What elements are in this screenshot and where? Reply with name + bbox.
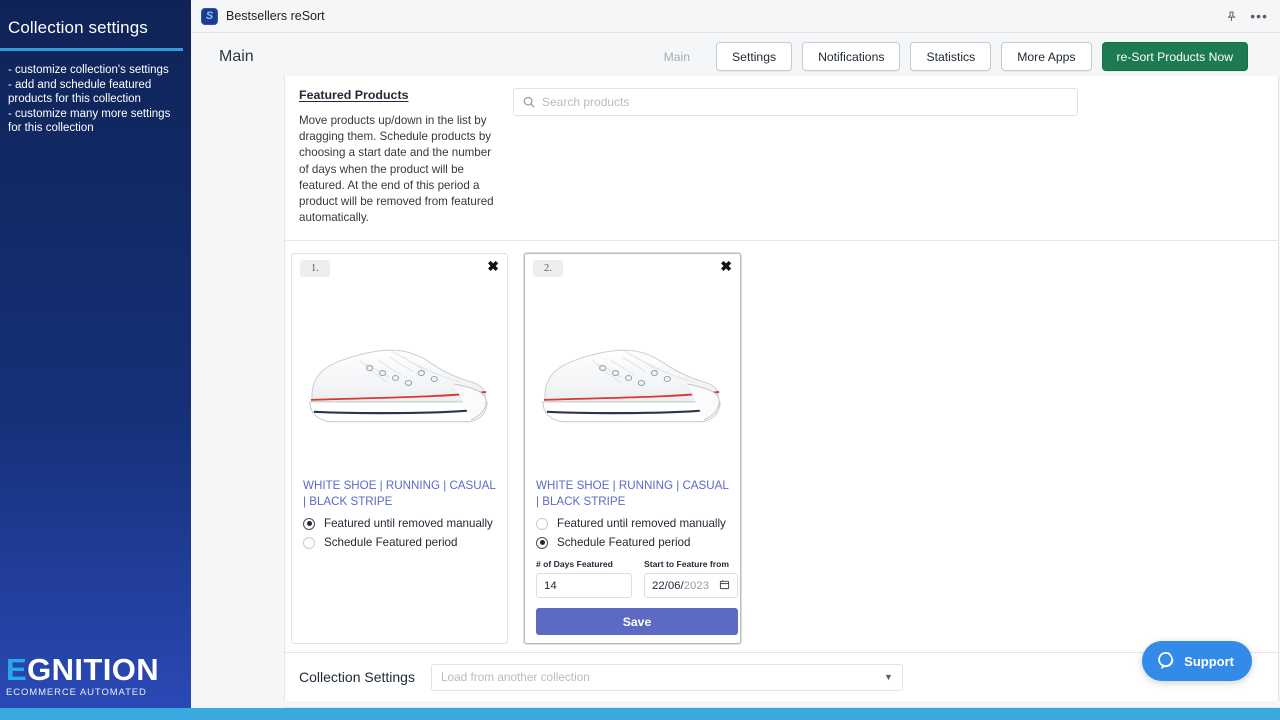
search-input[interactable] (542, 89, 1077, 115)
collection-settings-label: Collection Settings (299, 669, 415, 685)
search-icon (522, 95, 536, 114)
search-products-box[interactable] (513, 88, 1078, 116)
tab-more-apps[interactable]: More Apps (1001, 42, 1092, 71)
bottom-accent-strip (0, 708, 1280, 720)
pin-icon[interactable] (1225, 10, 1238, 23)
start-date-input[interactable]: 22/06/2023 (644, 573, 738, 599)
product-image (533, 280, 732, 476)
featured-products-header-section: Featured Products Move products up/down … (285, 76, 1278, 242)
product-2-option-schedule[interactable]: Schedule Featured period (536, 536, 732, 549)
product-card-1-header: 1. ✖ (300, 259, 499, 280)
sidebar-description: - customize collection's settings - add … (8, 64, 171, 135)
logo-accent-letter: E (6, 652, 28, 687)
page-title: Main (219, 47, 254, 65)
save-button[interactable]: Save (536, 608, 738, 636)
tab-main[interactable]: Main (647, 42, 707, 71)
resort-products-now-button[interactable]: re-Sort Products Now (1101, 42, 1248, 71)
topbar-actions: ••• (1225, 9, 1272, 23)
start-date-field: Start to Feature from 22/06/2023 (644, 559, 738, 599)
days-featured-input[interactable]: 14 (536, 573, 632, 599)
tab-notifications[interactable]: Notifications (802, 42, 901, 71)
featured-products-card: Featured Products Move products up/down … (284, 76, 1279, 659)
select-placeholder: Load from another collection (440, 670, 590, 684)
tab-settings[interactable]: Settings (716, 42, 793, 71)
radio-label: Schedule Featured period (324, 536, 458, 550)
product-order-badge[interactable]: 1. (300, 260, 330, 278)
days-featured-value: 14 (544, 579, 557, 592)
close-icon[interactable]: ✖ (487, 259, 499, 273)
left-sidebar: Collection settings - customize collecti… (0, 0, 191, 708)
product-card-2-header: 2. ✖ (533, 259, 732, 280)
close-icon[interactable]: ✖ (720, 259, 732, 273)
support-button[interactable]: Support (1142, 641, 1252, 681)
chevron-down-icon: ▼ (884, 672, 893, 682)
logo-tagline: ECOMMERCE AUTOMATED (6, 687, 147, 698)
embedded-app-topbar: S Bestsellers reSort ••• (191, 0, 1280, 33)
white-sneaker-illustration (309, 349, 488, 423)
main-pane: S Bestsellers reSort ••• Main Main Setti… (191, 0, 1280, 708)
logo-wordmark: EGNITION (6, 654, 191, 686)
schedule-fields: # of Days Featured 14 Start to Feature f… (536, 559, 738, 599)
support-label: Support (1184, 653, 1234, 669)
product-2-option-manual[interactable]: Featured until removed manually (536, 517, 732, 530)
days-featured-label: # of Days Featured (536, 559, 613, 570)
radio-label: Featured until removed manually (557, 517, 726, 531)
chat-bubble-icon (1156, 650, 1175, 672)
featured-products-heading: Featured Products (299, 88, 409, 102)
calendar-icon[interactable] (719, 579, 730, 593)
radio-featured-until-removed[interactable] (536, 517, 548, 530)
radio-label: Schedule Featured period (557, 536, 691, 550)
tab-statistics[interactable]: Statistics (910, 42, 992, 71)
radio-schedule-featured-period[interactable] (536, 536, 548, 549)
radio-featured-until-removed[interactable] (303, 517, 315, 530)
days-featured-field: # of Days Featured 14 (536, 559, 632, 599)
search-column (513, 88, 1278, 226)
featured-products-list: 1. ✖ WHITE SHOE | RUNNING | CASUAL | BLA… (285, 241, 1278, 658)
product-1-option-manual[interactable]: Featured until removed manually (303, 517, 499, 530)
date-day: 22 (652, 579, 665, 592)
product-order-badge[interactable]: 2. (533, 260, 563, 278)
product-card-1[interactable]: 1. ✖ WHITE SHOE | RUNNING | CASUAL | BLA… (291, 253, 508, 645)
product-title[interactable]: WHITE SHOE | RUNNING | CASUAL | BLACK ST… (303, 478, 497, 509)
page-header: Main Main Settings Notifications Statist… (191, 33, 1280, 80)
sidebar-title: Collection settings (8, 18, 148, 37)
featured-info-column: Featured Products Move products up/down … (285, 88, 513, 226)
collection-settings-card: Collection Settings Load from another co… (284, 652, 1279, 701)
product-image (300, 280, 499, 476)
featured-products-description: Move products up/down in the list by dra… (299, 114, 494, 225)
radio-label: Featured until removed manually (324, 517, 493, 531)
shopify-s-icon: S (201, 7, 218, 25)
nav-tabs: Main Settings Notifications Statistics M… (647, 42, 1248, 71)
start-date-value: 22/06/2023 (652, 580, 709, 592)
white-sneaker-illustration (542, 349, 721, 423)
app-root: Collection settings - customize collecti… (0, 0, 1280, 720)
app-title: Bestsellers reSort (226, 9, 325, 23)
logo-rest: GNITION (27, 652, 160, 687)
product-title[interactable]: WHITE SHOE | RUNNING | CASUAL | BLACK ST… (536, 478, 730, 509)
product-1-option-schedule[interactable]: Schedule Featured period (303, 536, 499, 549)
load-from-another-collection-select[interactable]: Load from another collection ▼ (430, 663, 903, 691)
date-year: 2023 (683, 579, 710, 592)
radio-schedule-featured-period[interactable] (303, 536, 315, 549)
more-dots-icon[interactable]: ••• (1250, 9, 1268, 23)
egnition-logo: EGNITION ECOMMERCE AUTOMATED (0, 654, 191, 699)
start-date-label: Start to Feature from (644, 559, 729, 570)
date-month: 06 (667, 579, 681, 592)
product-card-2[interactable]: 2. ✖ WHITE SHOE | RUNNING | CASUAL | BLA… (524, 253, 741, 645)
